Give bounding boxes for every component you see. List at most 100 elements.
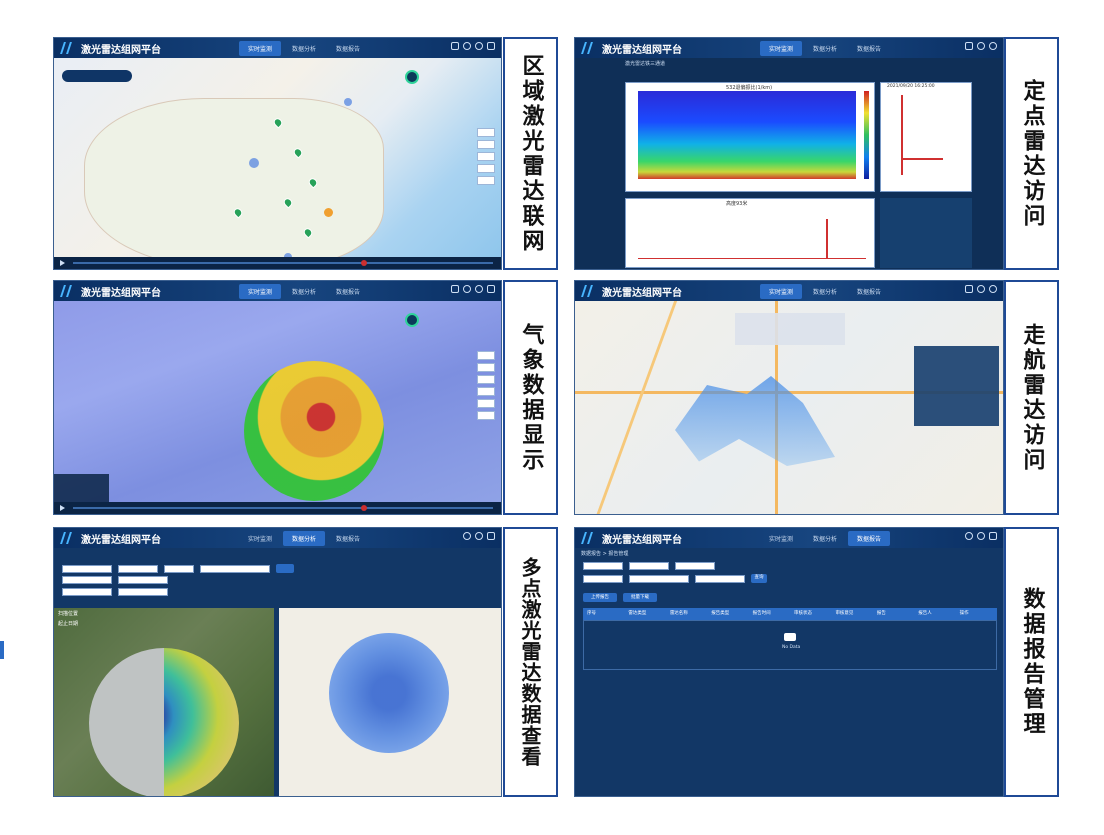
breadcrumb: 数据报告 > 报告管理 [581,551,629,557]
report-table-header: 序号 雷达类型 雷达名称 报告类型 报告时间 审核状态 审核意见 报告 报告人 … [583,608,997,620]
grid-icon[interactable] [451,285,459,293]
user-icon[interactable] [989,285,997,293]
timeline-track[interactable] [73,505,493,511]
user-icon[interactable] [475,285,483,293]
map-view[interactable] [54,58,501,268]
tab-report[interactable]: 数据报告 [848,284,890,299]
compass-icon[interactable] [405,313,419,327]
help-icon[interactable] [965,532,973,540]
filter-select[interactable] [62,576,112,584]
tab-report[interactable]: 数据报告 [848,41,890,56]
upload-report-button[interactable]: 上传报告 [583,593,617,602]
user-icon[interactable] [989,42,997,50]
station-cluster [244,361,384,501]
satellite-view[interactable]: 扫描位置 起止日期 [54,608,274,796]
filter-select[interactable] [118,576,168,584]
layer-button[interactable] [477,387,495,396]
help-icon[interactable] [977,42,985,50]
filter-select[interactable] [62,564,112,573]
help-icon[interactable] [463,532,471,540]
layer-button[interactable] [477,140,495,149]
line-spike [826,219,828,259]
batch-download-button[interactable]: 批量下载 [623,593,657,602]
user-icon[interactable] [475,532,483,540]
help-icon[interactable] [977,285,985,293]
layer-button[interactable] [477,128,495,137]
legend-box [54,474,109,502]
layer-button[interactable] [477,411,495,420]
scan-map-view[interactable] [279,608,501,796]
heat-map [638,91,856,179]
layer-button[interactable] [477,164,495,173]
help-icon[interactable] [463,42,471,50]
date-range-input[interactable] [200,564,270,573]
user-icon[interactable] [977,532,985,540]
timeline-bar[interactable] [54,502,501,514]
grid-icon[interactable] [451,42,459,50]
layer-button[interactable] [477,375,495,384]
layer-button[interactable] [477,399,495,408]
reporter-input[interactable] [695,574,745,583]
radar-name-input[interactable] [583,574,623,583]
line-chart[interactable]: 高度93米 [625,198,875,268]
tab-realtime[interactable]: 实时监测 [239,531,281,546]
layer-button[interactable] [477,176,495,185]
filter-select[interactable] [118,588,168,596]
grid-icon[interactable] [965,285,973,293]
window-icon[interactable] [487,42,495,50]
tab-analysis[interactable]: 数据分析 [804,41,846,56]
date-input[interactable] [675,562,715,570]
layer-button[interactable] [477,351,495,360]
heat-chart[interactable]: 532退偏振比(1/km) [625,82,875,192]
timeline-bar[interactable] [54,257,501,269]
tab-realtime[interactable]: 实时监测 [760,41,803,56]
radar-type-select[interactable] [583,562,623,570]
play-icon[interactable] [60,505,65,511]
grid-icon[interactable] [965,42,973,50]
tab-realtime[interactable]: 实时监测 [760,284,803,299]
query-button[interactable]: 查询 [751,574,767,583]
help-icon[interactable] [463,285,471,293]
window-icon[interactable] [989,532,997,540]
report-area: 数据报告 > 报告管理 查询 上传报告 批量下载 序号 雷达类型 雷达名称 报告… [575,548,1003,796]
filter-row [583,562,715,570]
filter-select[interactable] [118,564,158,573]
tab-analysis[interactable]: 数据分析 [283,41,325,56]
tab-analysis[interactable]: 数据分析 [283,284,325,299]
tab-realtime[interactable]: 实时监测 [239,41,282,56]
weather-map[interactable] [54,301,501,502]
tab-analysis[interactable]: 数据分析 [804,284,846,299]
tab-report[interactable]: 数据报告 [327,531,369,546]
route-map[interactable] [575,301,1003,514]
tab-analysis[interactable]: 数据分析 [804,531,846,546]
tab-report[interactable]: 数据报告 [848,531,891,546]
tab-report[interactable]: 数据报告 [327,284,369,299]
tab-realtime[interactable]: 实时监测 [239,284,282,299]
station-dot[interactable] [324,208,333,217]
timeline-track[interactable] [73,260,493,266]
layer-button[interactable] [477,363,495,372]
query-button[interactable] [276,564,294,573]
scan-circle [329,633,449,753]
panel-fixed-radar: 激光雷达组网平台 实时监测 数据分析 数据报告 激光雷达铁三通道 532退偏振比… [574,37,1004,270]
app-title: 激光雷达组网平台 [81,287,161,299]
compass-icon[interactable] [405,70,419,84]
layer-button[interactable] [477,152,495,161]
play-icon[interactable] [60,260,65,266]
window-icon[interactable] [487,285,495,293]
profile-chart[interactable]: 2021/09/20 16:25:00 [880,82,972,192]
station-dot[interactable] [344,98,352,106]
scan-position-label: 扫描位置 [58,611,79,617]
user-icon[interactable] [475,42,483,50]
tab-analysis[interactable]: 数据分析 [283,531,326,546]
filter-select[interactable] [62,588,112,596]
tab-report[interactable]: 数据报告 [327,41,369,56]
radar-name-input[interactable] [629,574,689,583]
station-dot[interactable] [249,158,259,168]
filter-select[interactable] [164,564,194,573]
query-area: 扫描位置 起止日期 [54,548,501,796]
window-icon[interactable] [487,532,495,540]
profile-line [901,95,903,175]
tab-realtime[interactable]: 实时监测 [760,531,802,546]
report-type-select[interactable] [629,562,669,570]
